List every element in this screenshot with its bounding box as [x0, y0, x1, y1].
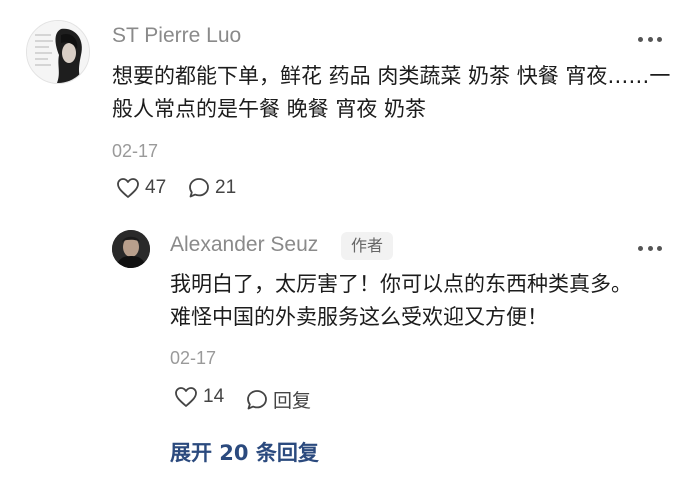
comment-date: 02-17: [112, 141, 159, 161]
comment-count: 21: [215, 177, 237, 198]
like-count: 47: [145, 177, 167, 198]
like-button[interactable]: 47: [116, 177, 166, 199]
reply-author[interactable]: Alexander Seuz: [170, 233, 318, 257]
heart-outline-icon: [175, 387, 197, 407]
comment-author[interactable]: ST Pierre Luo: [112, 24, 241, 48]
comment-bubble-icon: [247, 389, 267, 409]
avatar[interactable]: [26, 20, 90, 84]
comment-text: 想要的都能下单，鲜花 药品 肉类蔬菜 奶茶 快餐 宵夜……一般人常点的是午餐 晚…: [112, 64, 671, 121]
like-button[interactable]: 14: [174, 386, 224, 408]
reply-button[interactable]: 回复: [246, 386, 311, 413]
comment-button[interactable]: 21: [188, 177, 236, 199]
comment-bubble-icon: [189, 178, 209, 198]
expand-replies-link[interactable]: 展开 20 条回复: [170, 437, 319, 467]
more-dots-icon[interactable]: [638, 244, 662, 252]
author-badge: 作者: [341, 232, 394, 260]
more-dots-icon[interactable]: [638, 35, 662, 43]
like-count: 14: [203, 386, 225, 407]
reply-label: 回复: [273, 391, 312, 412]
reply-text: 我明白了，太厉害了！你可以点的东西种类真多。难怪中国的外卖服务这么受欢迎又方便！: [170, 272, 632, 329]
reply-date: 02-17: [170, 348, 217, 368]
heart-outline-icon: [117, 178, 139, 198]
reply-avatar[interactable]: [112, 230, 150, 268]
